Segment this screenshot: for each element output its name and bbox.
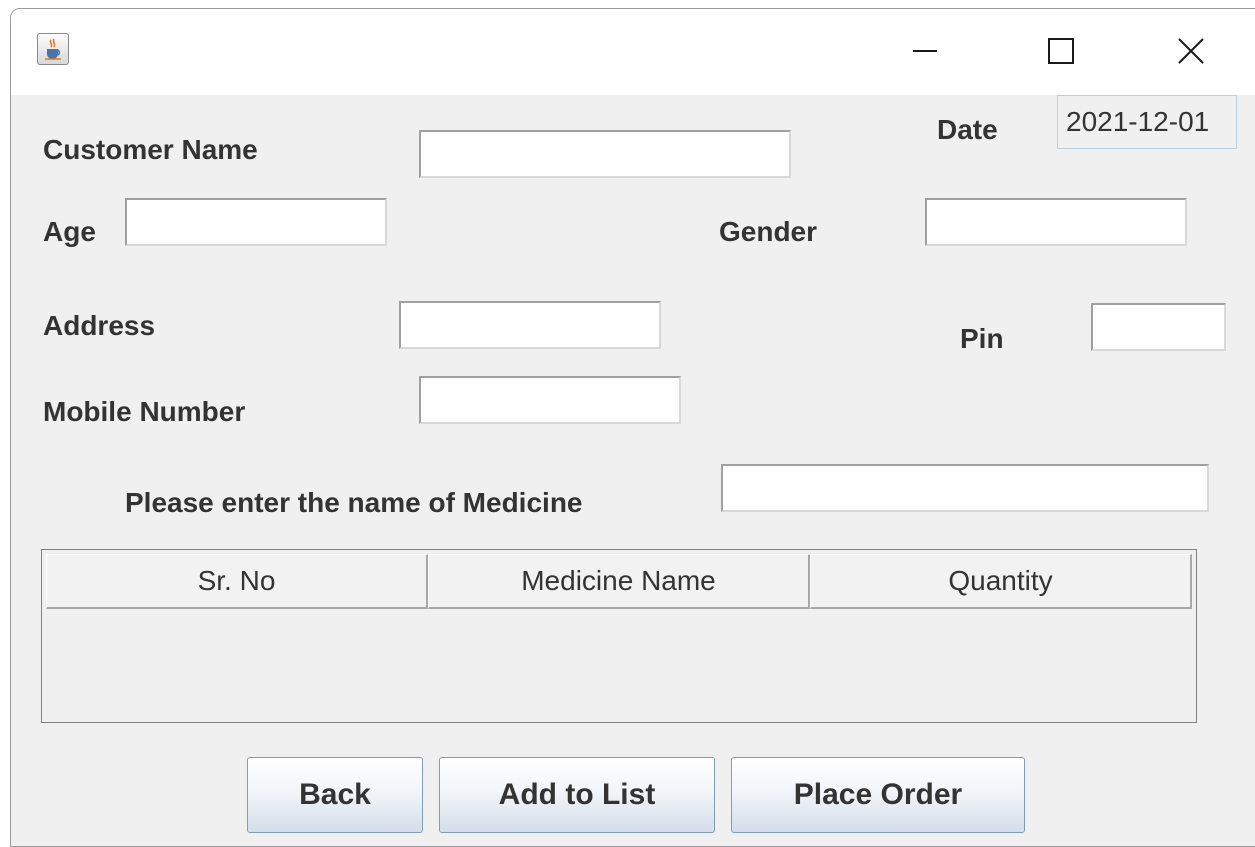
mobile-number-label: Mobile Number [43,396,246,427]
app-window: Customer Name Date 2021-12-01 Age Gender… [10,8,1255,847]
place-order-button[interactable]: Place Order [731,757,1025,833]
title-bar[interactable] [11,9,1255,95]
medicine-name-input[interactable] [721,464,1209,512]
customer-name-input[interactable] [419,130,791,178]
close-button[interactable] [1171,31,1211,71]
medicine-name-label: Please enter the name of Medicine [125,487,583,518]
close-icon [1178,38,1204,64]
gender-input[interactable] [925,198,1187,246]
column-header-quantity[interactable]: Quantity [810,554,1192,609]
pin-input[interactable] [1091,303,1226,351]
pin-label: Pin [960,323,1004,354]
medicine-table[interactable]: Sr. No Medicine Name Quantity [41,549,1197,723]
age-input[interactable] [125,198,387,246]
address-input[interactable] [399,301,661,349]
customer-name-label: Customer Name [43,134,258,165]
mobile-number-input[interactable] [419,376,681,424]
minimize-button[interactable] [905,31,945,71]
add-to-list-button[interactable]: Add to List [439,757,715,833]
maximize-icon [1048,38,1074,64]
age-label: Age [43,216,96,247]
column-header-medicine-name[interactable]: Medicine Name [428,554,810,609]
address-label: Address [43,310,156,341]
column-header-sr-no[interactable]: Sr. No [46,554,428,609]
date-label: Date [937,114,998,145]
back-button[interactable]: Back [247,757,423,833]
table-header: Sr. No Medicine Name Quantity [46,554,1192,609]
maximize-button[interactable] [1041,31,1081,71]
java-cup-icon[interactable] [37,33,69,65]
gender-label: Gender [719,216,818,247]
date-field: 2021-12-01 [1057,95,1237,149]
minimize-icon [913,50,937,52]
